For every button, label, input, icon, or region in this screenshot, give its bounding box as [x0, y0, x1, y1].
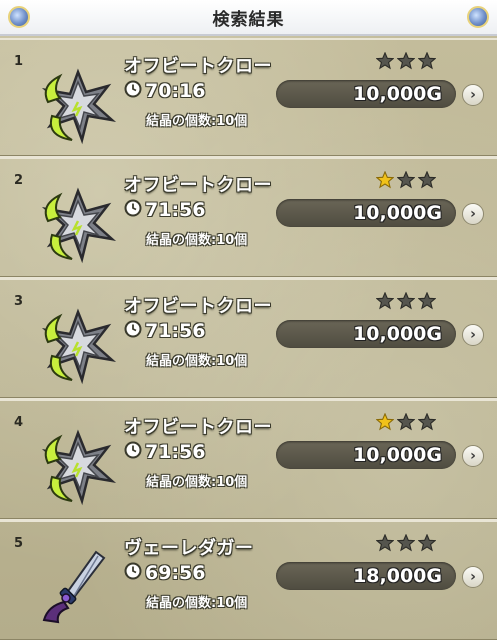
price-display: 10,000G [276, 80, 456, 108]
item-name: オフビートクロー [124, 175, 272, 196]
price-display: 10,000G [276, 320, 456, 348]
clock-icon [124, 199, 142, 221]
item-name: オフビートクロー [124, 417, 272, 438]
item-index: 2 [14, 173, 24, 188]
list-item[interactable]: 3 オフビートクロー 71:56 結晶の個数:10個 10,000G › [0, 280, 497, 401]
time-remaining: 70:16 [124, 80, 205, 102]
ornament-icon [8, 6, 30, 28]
star-empty-icon [375, 51, 395, 70]
rarity-stars [375, 533, 437, 552]
star-empty-icon [417, 291, 437, 310]
crystal-count: 結晶の個数:10個 [146, 233, 248, 248]
list-item[interactable]: 1 オフビートクロー 70:16 結晶の個数:10個 10,000G › [0, 38, 497, 159]
list-item[interactable]: 4 オフビートクロー 71:56 結晶の個数:10個 10,000G › [0, 401, 497, 522]
item-index: 1 [14, 54, 24, 69]
price-value: 18,000G [353, 565, 442, 587]
item-index: 3 [14, 294, 24, 309]
claw-icon [38, 185, 118, 265]
crystal-count: 結晶の個数:10個 [146, 114, 248, 129]
ornament-icon [467, 6, 489, 28]
dagger-icon [38, 548, 118, 628]
claw-icon [38, 66, 118, 146]
star-empty-icon [417, 51, 437, 70]
claw-icon [38, 306, 118, 386]
star-empty-icon [396, 291, 416, 310]
time-value: 70:16 [145, 80, 206, 102]
item-name: オフビートクロー [124, 56, 272, 77]
time-value: 71:56 [145, 441, 206, 463]
rarity-stars [375, 291, 437, 310]
item-name: ヴェーレダガー [124, 538, 254, 559]
time-value: 71:56 [145, 320, 206, 342]
star-empty-icon [375, 291, 395, 310]
rarity-stars [375, 412, 437, 431]
detail-arrow-button[interactable]: › [462, 203, 484, 225]
header-bar: 検索結果 [0, 0, 497, 36]
time-value: 69:56 [145, 562, 206, 584]
price-display: 10,000G [276, 441, 456, 469]
time-remaining: 71:56 [124, 441, 205, 463]
price-display: 18,000G [276, 562, 456, 590]
crystal-count: 結晶の個数:10個 [146, 596, 248, 611]
time-value: 71:56 [145, 199, 206, 221]
detail-arrow-button[interactable]: › [462, 324, 484, 346]
star-empty-icon [417, 170, 437, 189]
star-filled-icon [375, 170, 395, 189]
detail-arrow-button[interactable]: › [462, 445, 484, 467]
time-remaining: 69:56 [124, 562, 205, 584]
rarity-stars [375, 51, 437, 70]
time-remaining: 71:56 [124, 320, 205, 342]
star-empty-icon [396, 533, 416, 552]
detail-arrow-button[interactable]: › [462, 566, 484, 588]
price-value: 10,000G [353, 202, 442, 224]
item-index: 5 [14, 536, 24, 551]
clock-icon [124, 441, 142, 463]
star-empty-icon [417, 412, 437, 431]
item-index: 4 [14, 415, 24, 430]
rarity-stars [375, 170, 437, 189]
star-empty-icon [396, 51, 416, 70]
crystal-count: 結晶の個数:10個 [146, 475, 248, 490]
result-list: 1 オフビートクロー 70:16 結晶の個数:10個 10,000G › 2 オ… [0, 38, 497, 640]
clock-icon [124, 562, 142, 584]
star-empty-icon [375, 533, 395, 552]
clock-icon [124, 320, 142, 342]
detail-arrow-button[interactable]: › [462, 84, 484, 106]
price-value: 10,000G [353, 444, 442, 466]
claw-icon [38, 427, 118, 507]
list-item[interactable]: 5 ヴェーレダガー 69:56 結晶の個数:10個 18,000G › [0, 522, 497, 640]
price-value: 10,000G [353, 83, 442, 105]
price-display: 10,000G [276, 199, 456, 227]
list-item[interactable]: 2 オフビートクロー 71:56 結晶の個数:10個 10,000G › [0, 159, 497, 280]
price-value: 10,000G [353, 323, 442, 345]
star-empty-icon [417, 533, 437, 552]
item-name: オフビートクロー [124, 296, 272, 317]
star-empty-icon [396, 412, 416, 431]
time-remaining: 71:56 [124, 199, 205, 221]
crystal-count: 結晶の個数:10個 [146, 354, 248, 369]
page-title: 検索結果 [212, 9, 285, 30]
clock-icon [124, 80, 142, 102]
star-filled-icon [375, 412, 395, 431]
star-empty-icon [396, 170, 416, 189]
